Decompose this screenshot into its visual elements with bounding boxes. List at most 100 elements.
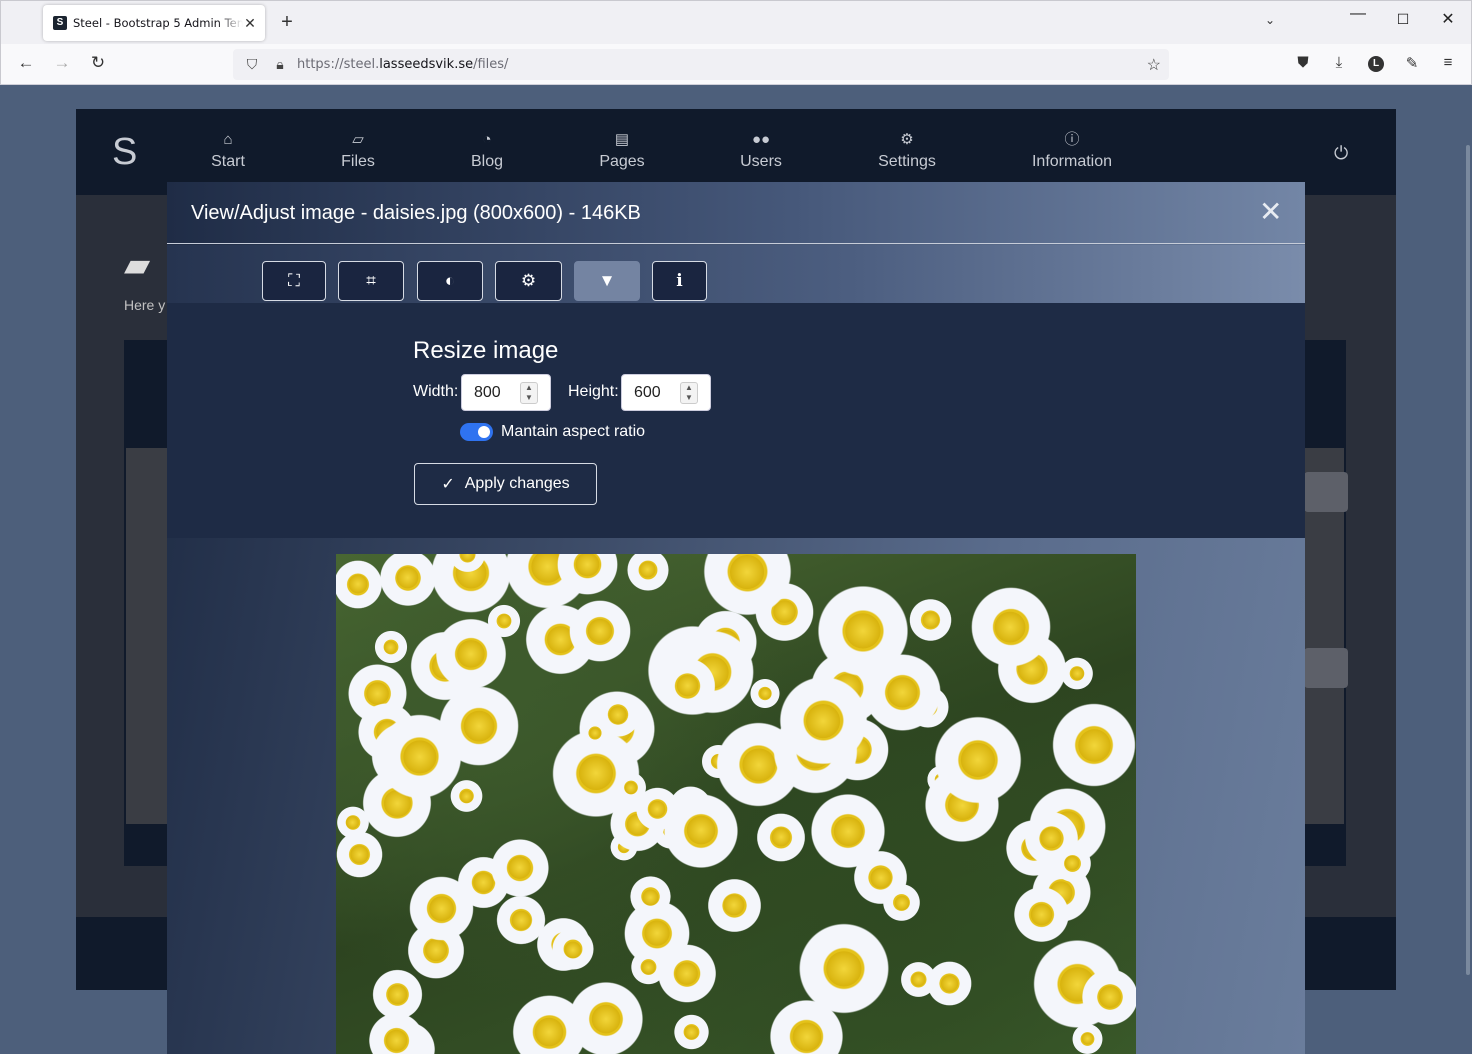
daisy-flower [966, 582, 1055, 671]
delete-button[interactable] [1304, 648, 1348, 688]
daisy-flower [365, 1009, 427, 1054]
fullscreen-button[interactable]: ⛶ [262, 261, 326, 301]
shield-icon[interactable]: ⛉ [241, 56, 263, 73]
daisy-flower [336, 828, 386, 880]
window-close-icon[interactable]: ✕ [1433, 9, 1463, 29]
daisy-flower [593, 689, 643, 740]
daisy-flower [660, 789, 742, 872]
tab-close-icon[interactable]: ✕ [243, 15, 257, 32]
daisy-flower [754, 810, 808, 865]
scrollbar[interactable] [1466, 145, 1470, 975]
nav-item-settings[interactable]: ⚙ Settings [876, 131, 938, 171]
info-icon: i [676, 271, 683, 291]
expand-icon: ⛶ [288, 271, 300, 290]
users-icon: ●● [751, 131, 771, 148]
filter-button[interactable]: ▼ [574, 261, 640, 301]
browser-tab[interactable]: S Steel - Bootstrap 5 Admin Template ✕ [43, 5, 265, 41]
daisy-flower [372, 629, 409, 666]
download-icon[interactable]: ⤓ [1328, 54, 1350, 71]
app-logo[interactable]: S [112, 131, 137, 174]
height-stepper[interactable]: ▲ ▼ [680, 382, 698, 404]
aspect-ratio-toggle[interactable] [460, 423, 493, 441]
daisy-flower [881, 882, 923, 924]
pocket-icon[interactable]: ⛊ [1292, 54, 1314, 71]
crop-button[interactable]: ⌗ [338, 261, 404, 301]
address-bar[interactable]: ⛉ 🔒︎ https://steel.lasseedsvik.se/files/… [233, 49, 1169, 80]
image-toolbar: ⛶ ⌗ ◐ ⚙ ▼ i [167, 245, 1305, 303]
check-icon: ✓ [441, 476, 455, 493]
daisy-flower [373, 709, 467, 803]
site-favicon: S [53, 16, 67, 30]
modal-title: View/Adjust image - daisies.jpg (800x600… [191, 202, 641, 224]
page-intro-text: Here y [124, 297, 166, 313]
browser-nav-bar: ← → ↻ ⛉ 🔒︎ https://steel.lasseedsvik.se/… [0, 44, 1472, 85]
resize-title: Resize image [413, 337, 559, 364]
daisy-flower [628, 947, 668, 987]
daisy-flower [487, 835, 553, 901]
resize-panel: Resize image Width: ▲▼ Height: ▲▼ Mantai… [167, 303, 1305, 538]
power-icon[interactable]: ⏻ [1334, 143, 1348, 164]
home-icon: ⌂ [223, 131, 233, 148]
info-button[interactable]: i [652, 261, 707, 301]
daisy-flower [672, 1012, 711, 1052]
modal-header: View/Adjust image - daisies.jpg (800x600… [167, 182, 1305, 244]
extension-icon[interactable]: ✎ [1401, 54, 1423, 72]
nav-item-pages[interactable]: ▤ Pages [597, 131, 647, 171]
width-field[interactable] [462, 375, 516, 410]
width-label: Width: [413, 383, 459, 400]
new-tab-icon[interactable]: + [277, 11, 297, 34]
gear-icon: ⚙ [520, 271, 537, 290]
account-avatar[interactable]: L [1368, 56, 1384, 72]
crop-icon: ⌗ [366, 271, 376, 290]
contrast-icon: ◐ [444, 271, 456, 290]
nav-item-blog[interactable]: ◔ Blog [467, 131, 507, 171]
info-icon: ⓘ [1064, 131, 1080, 148]
url-text: https://steel.lasseedsvik.se/files/ [297, 57, 509, 72]
lock-icon[interactable]: 🔒︎ [269, 56, 291, 73]
height-field[interactable] [622, 375, 676, 410]
daisy-flower [704, 875, 764, 935]
daisy-flower [1048, 699, 1136, 792]
page-icon: ▤ [614, 131, 630, 148]
tab-title: Steel - Bootstrap 5 Admin Template [73, 16, 243, 30]
daisy-flower [1078, 965, 1136, 1028]
nav-item-files[interactable]: ▱ Files [338, 131, 378, 171]
apply-changes-button[interactable]: ✓ Apply changes [414, 463, 597, 505]
daisies-image [336, 554, 1136, 1054]
settings-button[interactable]: ⚙ [495, 261, 562, 301]
daisy-flower [565, 978, 648, 1054]
blog-icon: ◔ [482, 131, 492, 148]
nav-item-information[interactable]: ⓘ Information [1031, 131, 1113, 171]
daisy-flower [907, 596, 954, 644]
daisy-flower [899, 960, 939, 999]
close-icon[interactable]: ✕ [1259, 196, 1282, 228]
daisy-flower [549, 926, 596, 973]
daisy-flower [859, 649, 945, 735]
filter-icon: ▼ [598, 271, 616, 290]
aspect-ratio-label: Mantain aspect ratio [501, 423, 646, 440]
maximize-icon[interactable]: ☐ [1388, 11, 1418, 28]
forward-arrow-icon[interactable]: → [50, 53, 74, 73]
daisy-flower [656, 655, 719, 717]
nav-item-users[interactable]: ●● Users [738, 131, 784, 171]
width-stepper[interactable]: ▲ ▼ [520, 382, 538, 404]
height-label: Height: [568, 383, 619, 400]
daisy-flower [1051, 843, 1093, 885]
folder-icon: ▱ [352, 131, 364, 148]
contrast-button[interactable]: ◐ [417, 261, 483, 301]
menu-icon[interactable]: ≡ [1437, 54, 1459, 71]
daisy-flower [486, 602, 523, 639]
nav-item-start[interactable]: ⌂ Start [208, 131, 248, 171]
delete-button[interactable] [1304, 472, 1348, 512]
chevron-down-icon[interactable]: ⌄ [1265, 13, 1275, 27]
daisy-flower [625, 554, 671, 593]
reload-icon[interactable]: ↻ [86, 53, 110, 73]
daisy-flower [929, 711, 1027, 809]
image-modal: View/Adjust image - daisies.jpg (800x600… [167, 182, 1305, 1054]
bookmark-star-icon[interactable]: ☆ [1147, 55, 1161, 75]
back-arrow-icon[interactable]: ← [14, 53, 38, 73]
height-input[interactable]: ▲▼ [621, 374, 711, 411]
browser-tab-bar: S Steel - Bootstrap 5 Admin Template ✕ +… [0, 0, 1472, 44]
width-input[interactable]: ▲▼ [461, 374, 551, 411]
minimize-icon[interactable]: — [1343, 5, 1373, 23]
